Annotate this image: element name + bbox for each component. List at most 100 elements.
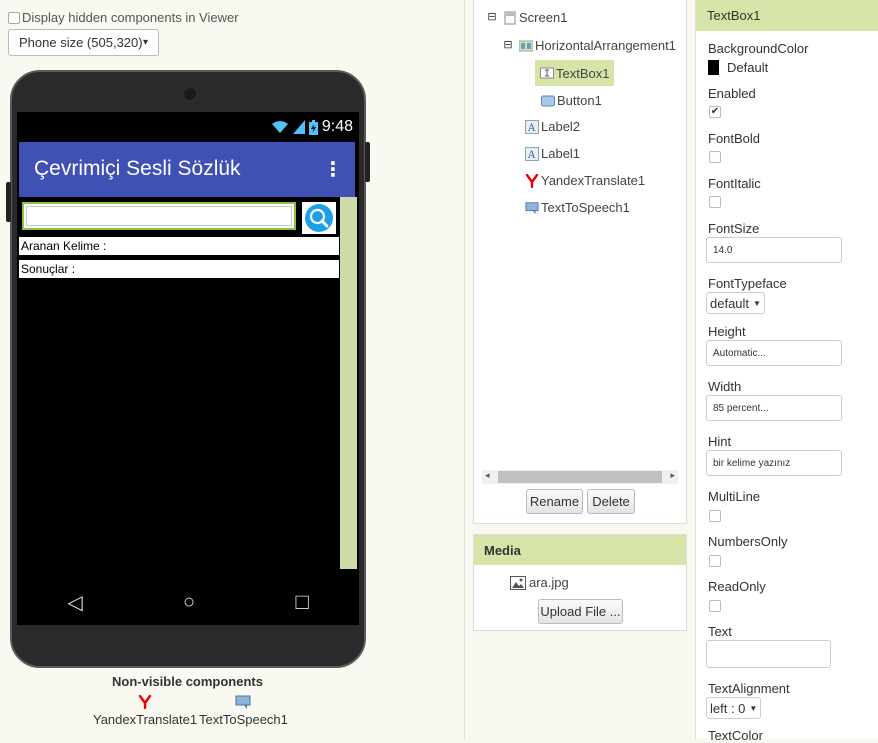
numbersonly-checkbox[interactable] bbox=[709, 555, 721, 567]
prop-label-fontsize: FontSize bbox=[708, 221, 760, 236]
tree-item-label: Label2 bbox=[541, 119, 581, 134]
display-hidden-label: Display hidden components in Viewer bbox=[22, 10, 239, 25]
collapse-toggle-icon[interactable]: ⊟ bbox=[503, 39, 513, 51]
tree-item-textbox1[interactable]: TextBox1 bbox=[535, 60, 615, 86]
media-file-item[interactable]: ara.jpg bbox=[510, 575, 569, 590]
scroll-right-icon[interactable]: ▸ bbox=[670, 470, 675, 481]
app-title-bar: Çevrimiçi Sesli Sözlük ⋮ bbox=[19, 142, 355, 197]
signal-icon bbox=[292, 120, 305, 134]
prop-label-fontbold: FontBold bbox=[708, 131, 761, 146]
display-hidden-row[interactable]: Display hidden components in Viewer bbox=[8, 10, 239, 25]
speech-bubble-icon bbox=[525, 201, 539, 214]
tree-item-button1[interactable]: Button1 bbox=[541, 93, 602, 108]
phone-side-button bbox=[365, 142, 370, 182]
readonly-checkbox[interactable] bbox=[709, 600, 721, 612]
yandex-icon bbox=[525, 173, 539, 188]
label2-preview[interactable]: Aranan Kelime : bbox=[19, 237, 339, 255]
tree-item-yandextranslate1[interactable]: YandexTranslate1 bbox=[525, 173, 645, 188]
phone-mockup: 9:48 Çevrimiçi Sesli Sözlük ⋮ Aranan Kel… bbox=[6, 70, 370, 668]
textalignment-value: left : 0 bbox=[710, 700, 746, 716]
collapse-toggle-icon[interactable]: ⊟ bbox=[487, 11, 497, 23]
fonttypeface-select[interactable]: default ▼ bbox=[706, 292, 765, 314]
tree-horizontal-scrollbar[interactable]: ◂ ▸ bbox=[482, 470, 678, 484]
battery-icon bbox=[308, 119, 318, 135]
nonvisible-title: Non-visible components bbox=[112, 674, 263, 689]
delete-button[interactable]: Delete bbox=[587, 489, 635, 514]
scroll-left-icon[interactable]: ◂ bbox=[485, 470, 490, 481]
button-icon bbox=[541, 95, 555, 106]
display-hidden-checkbox[interactable] bbox=[8, 11, 20, 24]
prop-label-height: Height bbox=[708, 324, 746, 339]
nonvisible-yandex[interactable]: YandexTranslate1 bbox=[93, 694, 198, 727]
color-swatch bbox=[708, 60, 719, 75]
hint-input[interactable]: bir kelime yazınız bbox=[706, 450, 842, 476]
backgroundcolor-picker[interactable]: Default bbox=[708, 60, 768, 75]
scrollbar-thumb[interactable] bbox=[498, 471, 662, 483]
search-icon bbox=[305, 204, 333, 232]
nonvisible-yandex-label: YandexTranslate1 bbox=[93, 712, 198, 727]
media-panel: Media ara.jpg Upload File ... bbox=[473, 534, 687, 631]
prop-label-fontitalic: FontItalic bbox=[708, 176, 761, 191]
prop-label-readonly: ReadOnly bbox=[708, 579, 766, 594]
prop-label-fonttypeface: FontTypeface bbox=[708, 276, 787, 291]
prop-label-enabled: Enabled bbox=[708, 86, 756, 101]
textalignment-select[interactable]: left : 0 ▼ bbox=[706, 697, 762, 719]
prop-label-textalignment: TextAlignment bbox=[708, 681, 790, 696]
viewer-panel: Display hidden components in Viewer Phon… bbox=[0, 0, 465, 739]
tree-item-label: Screen1 bbox=[519, 10, 568, 25]
chevron-down-icon: ▼ bbox=[749, 703, 758, 713]
screen-icon bbox=[504, 11, 516, 24]
back-icon: ◁ bbox=[67, 591, 83, 614]
prop-label-multiline: MultiLine bbox=[708, 489, 761, 504]
phone-side-button bbox=[6, 182, 11, 222]
media-file-name: ara.jpg bbox=[529, 575, 569, 590]
properties-panel: TextBox1 BackgroundColor Default Enabled… bbox=[695, 0, 878, 743]
fontbold-checkbox[interactable] bbox=[709, 151, 721, 163]
yandex-icon bbox=[138, 694, 152, 710]
height-input[interactable]: Automatic... bbox=[706, 340, 842, 366]
textbox1-preview[interactable] bbox=[22, 202, 296, 230]
status-bar: 9:48 bbox=[17, 112, 359, 142]
tree-item-label1[interactable]: A Label1 bbox=[525, 146, 580, 161]
overflow-menu-icon[interactable]: ⋮ bbox=[323, 157, 343, 182]
upload-file-button[interactable]: Upload File ... bbox=[538, 599, 623, 624]
media-title: Media bbox=[474, 535, 686, 565]
svg-text:A: A bbox=[527, 123, 536, 134]
prop-label-hint: Hint bbox=[708, 434, 732, 449]
nonvisible-tts[interactable]: TextToSpeech1 bbox=[199, 695, 288, 727]
chevron-down-icon: ▼ bbox=[753, 298, 761, 308]
phone-size-select[interactable]: Phone size (505,320) ▾ bbox=[8, 29, 159, 56]
rename-button[interactable]: Rename bbox=[526, 489, 583, 514]
tree-item-label2[interactable]: A Label2 bbox=[525, 119, 580, 134]
tree-item-label: TextToSpeech1 bbox=[541, 200, 630, 215]
button1-preview[interactable] bbox=[302, 202, 336, 234]
tree-item-label: HorizontalArrangement1 bbox=[535, 38, 676, 53]
properties-title: TextBox1 bbox=[696, 0, 878, 31]
home-icon: ○ bbox=[183, 590, 196, 613]
phone-screen: 9:48 Çevrimiçi Sesli Sözlük ⋮ Aranan Kel… bbox=[17, 112, 359, 625]
tree-item-screen1[interactable]: ⊟ Screen1 bbox=[487, 10, 567, 25]
nav-bar: ◁ ○ □ bbox=[17, 579, 359, 625]
prop-label-backgroundcolor: BackgroundColor bbox=[708, 41, 809, 56]
nonvisible-tts-label: TextToSpeech1 bbox=[199, 712, 288, 727]
tree-item-label: Button1 bbox=[557, 93, 602, 108]
label1-preview[interactable]: Sonuçlar : bbox=[19, 260, 339, 278]
prop-label-numbersonly: NumbersOnly bbox=[708, 534, 788, 549]
tree-item-texttospeech1[interactable]: TextToSpeech1 bbox=[525, 200, 630, 215]
width-input[interactable]: 85 percent... bbox=[706, 395, 842, 421]
wifi-icon bbox=[271, 121, 288, 133]
tree-item-horizontalarrangement1[interactable]: ⊟ HorizontalArrangement1 bbox=[503, 38, 676, 53]
components-panel: ⊟ Screen1 ⊟ HorizontalArrangement1 TextB… bbox=[473, 0, 687, 524]
textbox-icon bbox=[540, 67, 554, 79]
enabled-checkbox[interactable]: ✔ bbox=[709, 106, 721, 118]
fontitalic-checkbox[interactable] bbox=[709, 196, 721, 208]
text-textarea[interactable] bbox=[706, 640, 831, 668]
status-time: 9:48 bbox=[321, 118, 353, 135]
fontsize-input[interactable]: 14.0 bbox=[706, 237, 842, 263]
horizontal-arrangement[interactable] bbox=[19, 202, 339, 238]
screen-scroll-strip bbox=[340, 197, 357, 569]
multiline-checkbox[interactable] bbox=[709, 510, 721, 522]
tree-item-label: YandexTranslate1 bbox=[541, 173, 646, 188]
phone-camera bbox=[182, 86, 198, 102]
svg-text:A: A bbox=[527, 150, 536, 161]
